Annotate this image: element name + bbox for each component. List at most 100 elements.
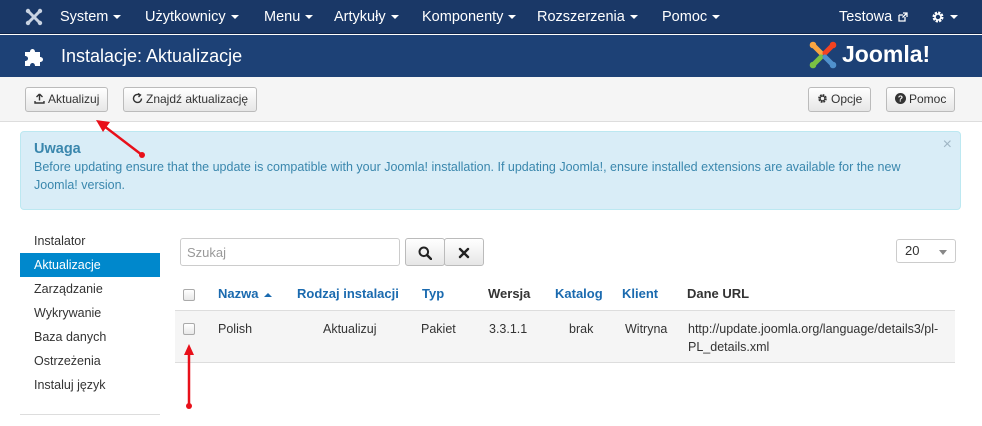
chevron-down-icon xyxy=(712,15,721,20)
nav-label: Artykuły xyxy=(334,9,386,25)
select-all-checkbox[interactable] xyxy=(183,289,195,301)
options-label: Opcje xyxy=(831,92,863,106)
info-alert: Uwaga Before updating ensure that the up… xyxy=(20,131,961,210)
nav-menu-help[interactable]: Pomoc xyxy=(662,0,721,34)
toolbar: Aktualizuj Znajdź aktualizację Opcje ? P… xyxy=(0,77,982,122)
chevron-down-icon xyxy=(939,250,947,255)
row-checkbox[interactable] xyxy=(183,323,195,335)
cell-type: Pakiet xyxy=(421,322,456,336)
nav-label: Użytkownicy xyxy=(145,9,226,25)
column-header-url: Dane URL xyxy=(687,283,749,305)
clear-search-button[interactable] xyxy=(444,238,484,266)
nav-label: Menu xyxy=(264,9,301,25)
column-header-label: Rodzaj instalacji xyxy=(297,286,399,301)
column-header-folder[interactable]: Katalog xyxy=(555,283,603,305)
close-icon xyxy=(458,247,470,258)
sort-ascending-icon xyxy=(264,292,273,297)
column-header-label: Klient xyxy=(622,286,659,301)
column-header-version: Wersja xyxy=(488,283,530,305)
gear-icon xyxy=(817,88,828,111)
cell-url-line: http://update.joomla.org/language/detail… xyxy=(688,322,939,336)
list-limit-select[interactable]: 20 xyxy=(896,239,956,263)
column-header-type[interactable]: Typ xyxy=(422,283,444,305)
column-header-label: Nazwa xyxy=(218,286,259,301)
column-header-label: Typ xyxy=(422,286,445,301)
find-updates-label: Znajdź aktualizację xyxy=(146,92,249,106)
sidebar-item-label: Zarządzanie xyxy=(34,282,103,296)
nav-label: Rozszerzenia xyxy=(537,9,625,25)
update-button-label: Aktualizuj xyxy=(48,92,100,106)
cell-name: Polish xyxy=(218,322,253,336)
nav-menu-menu[interactable]: Menu xyxy=(264,0,314,34)
sidebar-item-label: Aktualizacje xyxy=(34,258,101,272)
chevron-down-icon xyxy=(390,15,399,20)
close-icon[interactable]: × xyxy=(943,136,952,154)
cell-url: http://update.joomla.org/language/detail… xyxy=(688,320,938,356)
site-name: Testowa xyxy=(839,9,893,25)
cell-url-line: PL_details.xml xyxy=(688,340,770,354)
gear-icon xyxy=(932,11,944,23)
svg-text:?: ? xyxy=(898,94,903,104)
top-navbar: System Użytkownicy Menu Artykuły Kompone… xyxy=(0,0,982,34)
nav-menu-extensions[interactable]: Rozszerzenia xyxy=(537,0,638,34)
sidebar-item-updates[interactable]: Aktualizacje xyxy=(20,253,160,277)
column-header-label: Wersja xyxy=(488,286,531,301)
alert-title: Uwaga xyxy=(34,141,81,157)
update-button[interactable]: Aktualizuj xyxy=(25,87,109,112)
puzzle-icon xyxy=(25,49,43,66)
column-header-label: Katalog xyxy=(555,286,603,301)
search-input[interactable] xyxy=(180,238,400,266)
column-header-name[interactable]: Nazwa xyxy=(218,283,273,305)
column-header-install-type[interactable]: Rodzaj instalacji xyxy=(297,283,399,305)
nav-label: Komponenty xyxy=(422,9,504,25)
page-title: Instalacje: Aktualizacje xyxy=(61,46,243,66)
alert-message: Before updating ensure that the update i… xyxy=(34,160,901,192)
sidebar-item-label: Wykrywanie xyxy=(34,306,102,320)
chevron-down-icon xyxy=(629,15,638,20)
sidebar-item-installer[interactable]: Instalator xyxy=(20,229,160,253)
cell-folder: brak xyxy=(569,322,594,336)
find-updates-button[interactable]: Znajdź aktualizację xyxy=(123,87,258,112)
question-circle-icon: ? xyxy=(895,88,906,111)
chevron-down-icon xyxy=(113,15,122,20)
chevron-down-icon xyxy=(950,15,958,20)
chevron-down-icon xyxy=(305,15,314,20)
column-header-label: Dane URL xyxy=(687,286,750,301)
nav-menu-system[interactable]: System xyxy=(60,0,122,34)
external-link-icon xyxy=(898,12,908,22)
refresh-icon xyxy=(132,88,143,111)
cell-install-type: Aktualizuj xyxy=(323,322,377,336)
sidebar-item-warnings[interactable]: Ostrzeżenia xyxy=(20,349,160,373)
options-button[interactable]: Opcje xyxy=(808,87,872,112)
cell-client: Witryna xyxy=(625,322,668,336)
sidebar-item-database[interactable]: Baza danych xyxy=(20,325,160,349)
nav-label: Pomoc xyxy=(662,9,708,25)
sidebar-item-label: Baza danych xyxy=(34,330,107,344)
chevron-down-icon xyxy=(230,15,239,20)
cell-version: 3.3.1.1 xyxy=(489,322,528,336)
nav-site-link[interactable]: Testowa xyxy=(839,0,908,34)
nav-menu-articles[interactable]: Artykuły xyxy=(334,0,399,34)
search-icon xyxy=(418,246,433,260)
nav-settings-menu[interactable] xyxy=(931,0,958,34)
chevron-down-icon xyxy=(508,15,517,20)
search-button[interactable] xyxy=(405,238,445,266)
sidebar-item-install-languages[interactable]: Instaluj język xyxy=(20,373,160,397)
sidebar-item-discover[interactable]: Wykrywanie xyxy=(20,301,160,325)
help-button[interactable]: ? Pomoc xyxy=(886,87,956,112)
upload-icon xyxy=(34,88,45,111)
brand-text: Joomla! xyxy=(842,41,931,67)
sidebar-item-label: Instalator xyxy=(34,234,86,248)
nav-menu-components[interactable]: Komponenty xyxy=(422,0,517,34)
joomla-logo-icon[interactable] xyxy=(24,7,44,27)
help-label: Pomoc xyxy=(909,92,947,106)
list-limit-value: 20 xyxy=(905,243,920,258)
page-header: Instalacje: Aktualizacje Joomla! xyxy=(0,35,982,77)
nav-menu-users[interactable]: Użytkownicy xyxy=(145,0,239,34)
joomla-brand-icon xyxy=(809,41,837,69)
column-header-client[interactable]: Klient xyxy=(622,283,658,305)
nav-label: System xyxy=(60,9,109,25)
sidebar-item-label: Instaluj język xyxy=(34,378,106,392)
sidebar-item-label: Ostrzeżenia xyxy=(34,354,101,368)
sidebar-item-manage[interactable]: Zarządzanie xyxy=(20,277,160,301)
